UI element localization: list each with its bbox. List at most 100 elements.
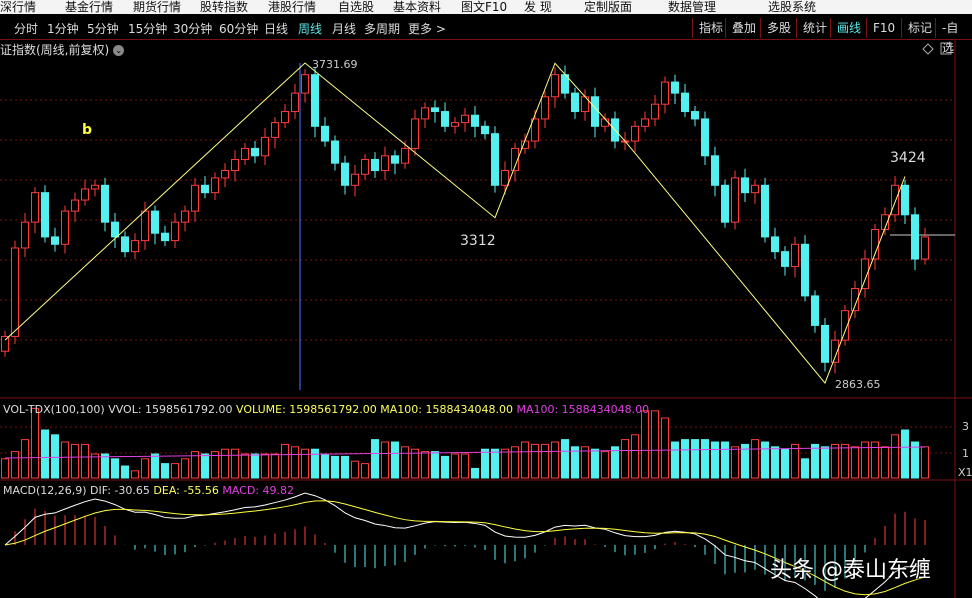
candle-body — [441, 111, 449, 127]
candle-body — [31, 192, 39, 223]
volume-bar — [851, 446, 859, 479]
volume-bar — [261, 453, 269, 479]
volume-bar — [781, 448, 789, 479]
volume-bar — [221, 448, 229, 479]
candle-body — [891, 184, 899, 216]
volume-bar — [391, 441, 399, 479]
volume-bar — [691, 439, 699, 479]
volume-bar — [21, 439, 29, 479]
candle-body — [201, 184, 209, 194]
volume-bar — [701, 439, 709, 479]
volume-bar — [171, 463, 179, 479]
candle-body — [501, 170, 509, 186]
candle-body — [241, 147, 249, 160]
candle-body — [491, 133, 499, 186]
candle-body — [181, 210, 189, 223]
candle-body — [331, 140, 339, 164]
candle-body — [601, 118, 609, 127]
candle-body — [191, 184, 199, 212]
volume-bar — [711, 441, 719, 479]
volume-bar — [611, 446, 619, 479]
candle-body — [11, 247, 19, 337]
candle-body — [431, 107, 439, 113]
volume-bar — [651, 410, 659, 479]
volume-bar — [621, 439, 629, 479]
candle-body — [1, 335, 9, 352]
candle-body — [391, 155, 399, 164]
volume-bar — [231, 448, 239, 479]
candle-body — [341, 162, 349, 186]
candle-body — [641, 118, 649, 127]
volume-bar — [731, 446, 739, 479]
annotation-high-1: 3731.69 — [312, 58, 358, 71]
candle-body — [691, 111, 699, 120]
volume-bar — [811, 443, 819, 479]
volume-bar — [81, 443, 89, 479]
candle-body — [141, 210, 149, 242]
candle-body — [151, 210, 159, 234]
candle-body — [171, 221, 179, 242]
volume-bar — [311, 448, 319, 479]
volume-bar — [771, 446, 779, 479]
volume-bar — [601, 451, 609, 479]
vol-axis-mid: 1 — [962, 447, 969, 460]
volume-bar — [431, 451, 439, 479]
volume-bar — [541, 443, 549, 479]
annotation-high-2: 3424 — [890, 150, 926, 166]
volume-bar — [831, 443, 839, 479]
candle-body — [311, 74, 319, 127]
volume-bar — [321, 453, 329, 479]
volume-bar — [181, 458, 189, 479]
candle-body — [571, 92, 579, 113]
dea-value: DEA: -55.56 — [153, 484, 219, 497]
volume-bar — [61, 441, 69, 479]
panel-toggle-icon — [940, 42, 952, 55]
macd-name: MACD(12,26,9) — [3, 484, 87, 497]
candle-body — [401, 147, 409, 164]
volume-bar — [341, 455, 349, 479]
volume-bar — [881, 446, 889, 479]
candle-body — [361, 158, 369, 175]
volume-bar — [361, 463, 369, 479]
volume-bar — [291, 446, 299, 479]
volume-bar — [401, 446, 409, 479]
vol-axis-unit: X1 — [958, 466, 972, 479]
annotation-low-2: 2863.65 — [835, 378, 881, 391]
volume-bar — [901, 429, 909, 479]
ma100-value: MA100: 1588434048.00 — [380, 403, 513, 416]
candle-body — [591, 96, 599, 127]
volume-bar — [721, 441, 729, 479]
candle-body — [371, 158, 379, 172]
volume-bar — [51, 434, 59, 479]
candle-body — [761, 184, 769, 238]
candle-body — [291, 92, 299, 113]
kline-chart[interactable] — [0, 0, 972, 598]
volume-bar — [821, 446, 829, 479]
candle-body — [261, 136, 269, 157]
volume-bar — [381, 441, 389, 479]
volume-bar — [201, 453, 209, 479]
volume-bar — [141, 458, 149, 479]
candle-body — [421, 107, 429, 120]
candle-body — [911, 214, 919, 260]
zigzag-line — [4, 62, 906, 385]
candle-body — [51, 236, 59, 245]
volume-bar — [531, 443, 539, 479]
volume-bar — [301, 448, 309, 479]
volume-bar — [921, 446, 929, 479]
volume-bar — [841, 443, 849, 479]
diamond-icon — [922, 43, 934, 55]
volume-bar — [161, 463, 169, 479]
volume-bar — [661, 417, 669, 479]
candle-body — [541, 96, 549, 120]
candle-body — [801, 243, 809, 297]
candle-body — [651, 103, 659, 120]
volume-bar — [761, 441, 769, 479]
volume-bar — [331, 455, 339, 479]
volume-bar — [491, 448, 499, 479]
candle-body — [281, 111, 289, 124]
volume-bar — [71, 443, 79, 479]
volume-bar — [641, 410, 649, 479]
volume-bar — [561, 439, 569, 479]
candle-body — [771, 236, 779, 253]
